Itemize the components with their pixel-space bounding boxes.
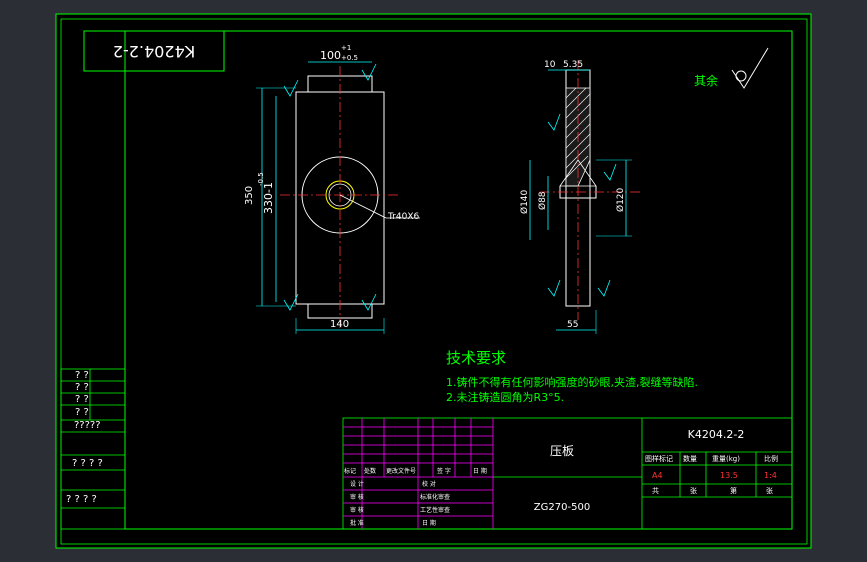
dim-dia-120: Ø120 [615, 187, 626, 212]
tb-label-mark: 图样标记 [645, 454, 673, 463]
sign-row-label: 校 对 [422, 480, 436, 488]
sign-row-label: 审 核 [350, 506, 364, 514]
dim-height-outer: 350 [244, 186, 255, 205]
rev-header-count: 处数 [364, 467, 376, 475]
sign-row-label: 批 准 [350, 519, 364, 527]
left-strip-cell: ? ? ? ? [72, 458, 103, 469]
rev-header-sign: 签 字 [437, 467, 451, 475]
tb-value-mark: A4 [652, 471, 663, 480]
tb-value-scale: 1:4 [764, 471, 777, 480]
tech-note-1: 1.铸件不得有任何影响强度的砂眼,夹渣,裂缝等缺陷. [446, 375, 698, 389]
part-name: 压板 [550, 444, 574, 458]
tb-sheet-total-unit: 张 [690, 486, 697, 495]
tb-sheet-total: 共 [652, 486, 659, 495]
sign-row-label: 设 计 [350, 480, 364, 488]
left-strip-cell: ? ? ? ? [66, 494, 97, 505]
tb-sheet-no-unit: 张 [766, 486, 773, 495]
left-strip-cell: ? ? [75, 394, 89, 405]
dim-dia-88: Ø88 [537, 191, 548, 210]
dim-dia-140: Ø140 [519, 189, 530, 214]
drawing-code: K4204.2-2 [688, 428, 745, 441]
left-strip-cell: ????? [74, 420, 101, 431]
tb-label-scale: 比例 [764, 454, 778, 463]
dim-top-tol2: +0.5 [341, 54, 358, 62]
dim-top-width: 100 [320, 49, 341, 62]
sign-row-label: 日 期 [422, 519, 436, 527]
dim-top-tol: +1 [341, 44, 351, 52]
material: ZG270-500 [534, 502, 590, 513]
tb-label-weight: 重量(kg) [712, 455, 740, 463]
tech-note-2: 2.未注铸造圆角为R3°5. [446, 390, 564, 404]
mirrored-drawing-code: K4204.2-2 [113, 42, 195, 61]
dim-side-top-b: 5.35 [563, 60, 583, 70]
tb-value-weight: 13.5 [720, 471, 738, 480]
drawing-sheet [55, 13, 812, 549]
left-strip-cell: ? ? [75, 370, 89, 381]
cad-drawing-canvas: K4204.2-2 ? ? ? ? ? ? ? ? ????? ? ? ? ? … [0, 0, 867, 562]
tb-sheet-no: 第 [730, 486, 737, 495]
tb-label-qty: 数量 [683, 454, 697, 463]
rev-header-doc: 更改文件号 [386, 467, 416, 475]
left-strip-cell: ? ? [75, 382, 89, 393]
dim-bottom-width: 140 [330, 319, 349, 330]
left-strip-cell: ? ? [75, 407, 89, 418]
rev-header-mark: 标记 [344, 467, 356, 475]
roughness-label: 其余 [694, 73, 718, 88]
sign-row-label: 工艺性审查 [420, 506, 450, 514]
tech-requirements-title: 技术要求 [446, 349, 506, 367]
dim-side-top-a: 10 [544, 60, 556, 70]
dim-height-tol: -0.5 [257, 172, 265, 186]
sign-row-label: 审 核 [350, 493, 364, 501]
dim-side-bottom: 55 [567, 320, 578, 330]
thread-callout: Tr40X6 [387, 212, 419, 222]
rev-header-date: 日 期 [473, 467, 487, 475]
sign-row-label: 标准化审查 [420, 493, 450, 501]
